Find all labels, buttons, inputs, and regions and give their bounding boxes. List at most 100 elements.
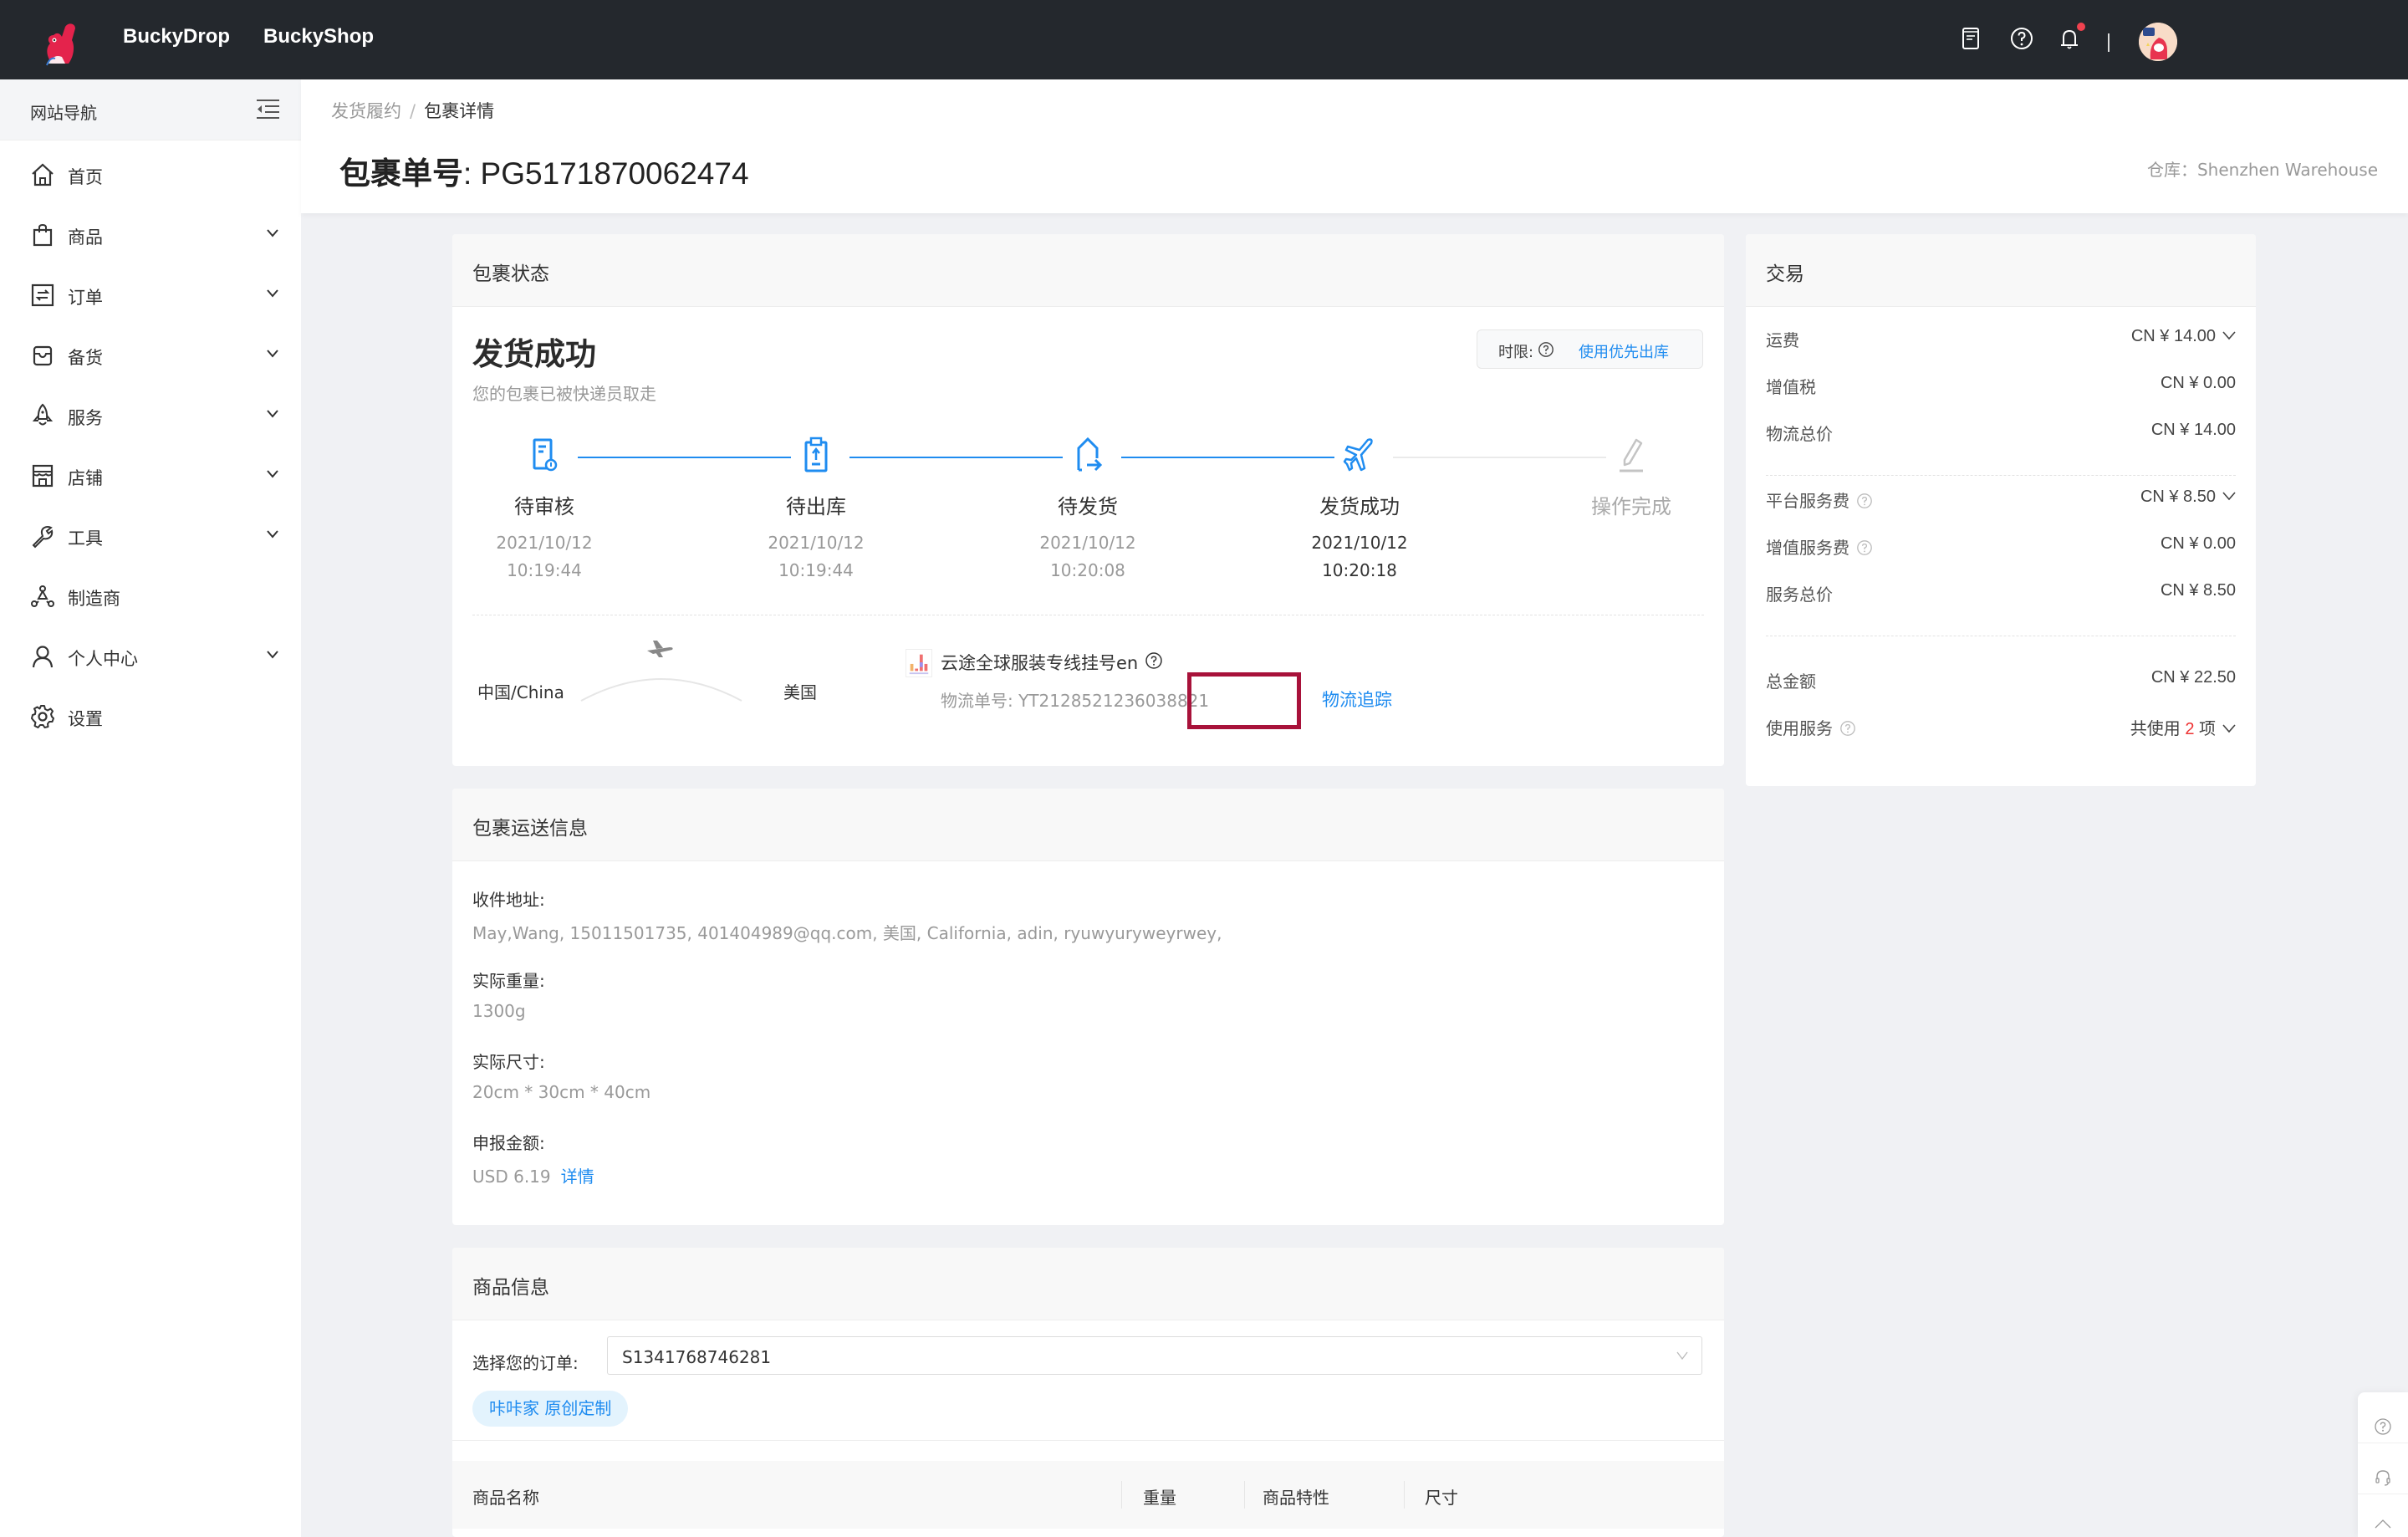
shop-tag[interactable]: 咔咔家 原创定制 [472, 1391, 629, 1427]
chevron-down-icon[interactable] [266, 650, 279, 660]
column-header: 商品名称 [472, 1488, 539, 1508]
step-time: 10:19:44 [507, 560, 582, 580]
sidebar-item-9[interactable]: 设置 [0, 691, 301, 741]
breadcrumb: 发货履约 / 包裹详情 [331, 98, 494, 123]
tracking-link[interactable]: 物流追踪 [1322, 687, 1392, 712]
sidebar-item-7[interactable]: 制造商 [0, 570, 301, 620]
declared-amount: USD 6.19 [472, 1167, 551, 1187]
chevron-down-icon[interactable] [266, 228, 279, 238]
network-icon [31, 585, 54, 607]
column-header: 商品特性 [1263, 1488, 1329, 1508]
column-separator [1121, 1481, 1122, 1509]
panel-header: 包裹状态 [452, 234, 1724, 307]
bucky-logo-icon[interactable] [37, 20, 84, 67]
step-timestamp [1548, 529, 1715, 557]
step-time: 10:19:44 [778, 560, 854, 580]
brand-buckydrop[interactable]: BuckyDrop [123, 25, 230, 49]
fee-label: 增值服务费 [1766, 538, 1849, 558]
sidebar-item-3[interactable]: 备货 [0, 329, 301, 380]
divider [1766, 475, 2236, 476]
fee-row[interactable]: 运费 CN ¥ 14.00 [1766, 327, 2236, 352]
rocket-icon [32, 403, 54, 426]
order-select-value: S1341768746281 [622, 1347, 772, 1367]
status-title: 发货成功 [472, 336, 596, 372]
help-icon[interactable] [2008, 25, 2035, 52]
panel-title: 包裹状态 [472, 263, 549, 285]
inbox-icon [33, 345, 53, 366]
avatar[interactable] [2139, 23, 2177, 61]
shipped-plane-icon [1343, 438, 1373, 472]
breadcrumb-parent[interactable]: 发货履约 [331, 101, 401, 121]
sidebar-item-5[interactable]: 店铺 [0, 450, 301, 500]
column-separator [1404, 1481, 1405, 1509]
fee-label: 物流总价 [1766, 424, 1833, 444]
sidebar-item-6[interactable]: 工具 [0, 510, 301, 560]
user-icon [32, 646, 54, 668]
order-select[interactable]: S1341768746281 [607, 1336, 1702, 1375]
step-date: 2021/10/12 [496, 533, 593, 553]
sidebar-item-8[interactable]: 个人中心 [0, 631, 301, 681]
fee-row[interactable]: 平台服务费 CN ¥ 8.50 [1766, 488, 2236, 513]
priority-outbound-link[interactable]: 使用优先出库 [1579, 340, 1669, 362]
step-timestamp: 2021/10/12 10:20:08 [1004, 529, 1171, 585]
breadcrumb-current: 包裹详情 [424, 101, 495, 121]
fee-label: 运费 [1766, 330, 1799, 350]
page-title: 包裹单号: PG5171870062474 [339, 148, 749, 193]
services-suffix: 项 [2199, 720, 2216, 738]
plane-icon [647, 641, 673, 657]
time-limit-label: 时限: [1498, 344, 1534, 361]
sidebar-item-label: 个人中心 [68, 649, 138, 669]
declared-value: USD 6.19 详情 [472, 1163, 594, 1187]
order-select-label: 选择您的订单: [472, 1353, 579, 1373]
fee-value: CN ¥ 8.50 [2140, 488, 2216, 506]
question-icon[interactable] [1856, 539, 1873, 556]
fee-value: CN ¥ 0.00 [2160, 374, 2236, 392]
fee-value: CN ¥ 0.00 [2160, 534, 2236, 553]
fee-value: CN ¥ 14.00 [2150, 421, 2236, 439]
docs-icon[interactable] [1957, 25, 1984, 52]
sidebar-item-4[interactable]: 服务 [0, 390, 301, 440]
shipping-method-name: 云途全球服装专线挂号en [941, 653, 1139, 673]
time-limit-box: 时限: 使用优先出库 [1477, 329, 1703, 369]
page-header: 发货履约 / 包裹详情 包裹单号: PG5171870062474 仓库：Shenz… [301, 79, 2408, 213]
question-icon[interactable] [1538, 341, 1554, 358]
sidebar-item-2[interactable]: 订单 [0, 269, 301, 319]
fee-row: 服务总价 CN ¥ 8.50 [1766, 581, 2236, 606]
chevron-down-icon[interactable] [2222, 330, 2236, 340]
help-icon[interactable] [2374, 1417, 2392, 1436]
column-separator [1244, 1481, 1245, 1509]
chevron-down-icon[interactable] [266, 529, 279, 539]
chevron-down-icon[interactable] [266, 469, 279, 479]
collapse-sidebar-icon[interactable] [256, 98, 281, 120]
question-icon[interactable] [1856, 493, 1873, 509]
sidebar-item-label: 商品 [68, 227, 103, 248]
breadcrumb-separator: / [410, 101, 416, 121]
sidebar-item-label: 制造商 [68, 589, 120, 609]
back-to-top-icon[interactable] [2374, 1514, 2392, 1533]
chevron-down-icon[interactable] [2222, 723, 2236, 733]
chevron-down-icon[interactable] [266, 409, 279, 419]
outbound-clipboard-icon [804, 437, 828, 472]
sidebar-item-0[interactable]: 首页 [0, 149, 301, 199]
sidebar-item-label: 服务 [68, 408, 103, 428]
chevron-down-icon[interactable] [266, 289, 279, 299]
weight-label: 实际重量: [472, 971, 545, 991]
top-navbar: BuckyDrop BuckyShop [0, 0, 2408, 79]
step-name: 待发货 [1058, 495, 1118, 518]
chevron-down-icon[interactable] [266, 349, 279, 359]
question-icon[interactable] [1839, 720, 1856, 737]
question-icon[interactable] [1145, 651, 1163, 670]
brand-buckyshop[interactable]: BuckyShop [263, 25, 374, 49]
home-icon [32, 163, 54, 186]
tracking-link-highlight [1187, 672, 1301, 729]
declared-details-link[interactable]: 详情 [561, 1167, 594, 1187]
sidebar-item-1[interactable]: 商品 [0, 209, 301, 259]
step-date: 2021/10/12 [1039, 533, 1136, 553]
address-value: May,Wang, 15011501735, 401404989@qq.com,… [472, 923, 1222, 943]
headset-icon[interactable] [2374, 1468, 2392, 1487]
fee-row: 增值税 CN ¥ 0.00 [1766, 374, 2236, 399]
chevron-down-icon[interactable] [2222, 491, 2236, 501]
services-row[interactable]: 使用服务 共使用 2 项 [1766, 715, 2236, 740]
sidebar-item-label: 首页 [68, 167, 103, 187]
address-label: 收件地址: [472, 890, 545, 910]
